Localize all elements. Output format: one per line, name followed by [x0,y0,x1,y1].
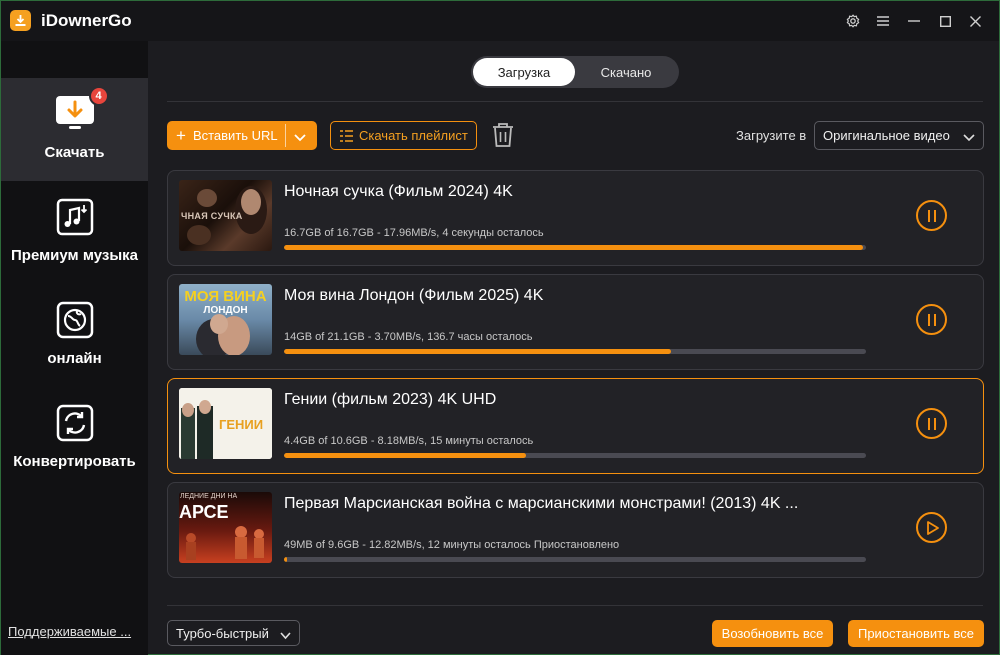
supported-sites-link[interactable]: Поддерживаемые ... [8,624,143,639]
pause-all-button[interactable]: Приостановить все [848,620,984,647]
chevron-down-icon [280,628,291,643]
download-monitor-icon: 4 [55,86,109,134]
video-thumbnail: ГЕНИИ [179,388,272,459]
tab-downloaded[interactable]: Скачано [575,58,677,86]
speed-mode-select[interactable]: Турбо-быстрый [167,620,300,646]
pause-icon [927,313,936,326]
app-window: iDownerGo 4 Скачать Премиум музыка онлай… [0,0,1000,655]
sidebar-item-label: Конвертировать [13,453,136,470]
pause-button[interactable] [916,408,947,439]
download-playlist-button[interactable]: Скачать плейлист [330,121,477,150]
sidebar-item-label: онлайн [47,350,102,367]
pause-button[interactable] [916,200,947,231]
pause-button[interactable] [916,304,947,335]
sidebar-item-online[interactable]: онлайн [1,284,148,387]
resume-all-button[interactable]: Возобновить все [712,620,833,647]
progress-fill [284,453,526,458]
download-count-badge: 4 [88,86,109,106]
thumbnail-caption: АРСЕ [179,502,229,522]
download-item[interactable]: ЛЕДНИЕ ДНИ НА АРСЕ Первая Марсианская во… [167,482,984,578]
download-status: 4.4GB of 10.6GB - 8.18MB/s, 15 минуты ос… [284,435,534,447]
progress-bar [284,453,866,458]
settings-icon[interactable] [841,9,865,33]
progress-bar [284,245,866,250]
trash-icon[interactable] [491,122,515,153]
app-logo-icon [10,10,31,31]
quality-value: Оригинальное видео [823,128,950,143]
button-separator [285,124,286,147]
thumbnail-subcaption: ЛОНДОН [203,305,248,316]
thumbnail-caption: ГЕНИИ [219,417,264,432]
download-status: 14GB of 21.1GB - 3.70MB/s, 136.7 часы ос… [284,331,533,343]
download-title: Ночная сучка (Фильм 2024) 4K [284,183,513,200]
divider [167,101,983,102]
download-status: 49MB of 9.6GB - 12.82MB/s, 12 минуты ост… [284,539,620,551]
download-item[interactable]: ГЕНИИ Гении (фильм 2023) 4K UHD 4.4GB of… [167,378,984,474]
thumbnail-subcaption: ЛЕДНИЕ ДНИ НА [180,493,238,500]
download-item[interactable]: МОЯ ВИНА ЛОНДОН Моя вина Лондон (Фильм 2… [167,274,984,370]
paste-url-label: Вставить URL [192,128,278,143]
chevron-down-icon [963,130,975,145]
progress-bar [284,349,866,354]
download-item[interactable]: ЧНАЯ СУЧКА Ночная сучка (Фильм 2024) 4K … [167,170,984,266]
divider [167,605,983,606]
thumbnail-caption: МОЯ ВИНА [184,288,267,305]
progress-fill [284,245,864,250]
convert-icon [55,403,95,443]
download-title: Первая Марсианская война с марсианскими … [284,495,799,512]
play-icon [927,520,939,535]
quality-select[interactable]: Оригинальное видео [814,121,984,150]
chevron-down-icon[interactable] [294,130,306,145]
playlist-icon [340,129,353,142]
minimize-icon[interactable] [902,9,926,33]
tab-switcher: Загрузка Скачано [471,56,679,88]
download-playlist-label: Скачать плейлист [359,128,468,143]
progress-fill [284,349,672,354]
video-thumbnail: ЛЕДНИЕ ДНИ НА АРСЕ [179,492,272,563]
tab-downloading[interactable]: Загрузка [473,58,575,86]
download-to-label: Загрузите в [736,128,807,143]
pause-icon [927,417,936,430]
app-title: iDownerGo [41,11,132,30]
pause-icon [927,209,936,222]
title-bar: iDownerGo [1,1,999,41]
resume-button[interactable] [916,512,947,543]
close-icon[interactable] [963,9,987,33]
globe-icon [55,300,95,340]
thumbnail-caption: ЧНАЯ СУЧКА [181,211,243,221]
progress-fill [284,557,287,562]
download-title: Моя вина Лондон (Фильм 2025) 4K [284,287,544,304]
progress-bar [284,557,866,562]
sidebar-item-premium-music[interactable]: Премиум музыка [1,181,148,284]
menu-icon[interactable] [871,9,895,33]
sidebar: 4 Скачать Премиум музыка онлайн Конверти… [1,41,148,655]
speed-mode-value: Турбо-быстрый [176,625,269,641]
download-title: Гении (фильм 2023) 4K UHD [284,391,497,408]
download-status: 16.7GB of 16.7GB - 17.96MB/s, 4 секунды … [284,227,544,239]
paste-url-button[interactable]: + Вставить URL [167,121,317,150]
sidebar-item-label: Скачать [44,144,105,161]
maximize-icon[interactable] [933,9,957,33]
sidebar-item-convert[interactable]: Конвертировать [1,387,148,490]
sidebar-item-label: Премиум музыка [11,247,138,264]
sidebar-item-download[interactable]: 4 Скачать [1,78,148,181]
music-file-icon [55,197,95,237]
video-thumbnail: ЧНАЯ СУЧКА [179,180,272,251]
video-thumbnail: МОЯ ВИНА ЛОНДОН [179,284,272,355]
plus-icon: + [176,126,186,145]
